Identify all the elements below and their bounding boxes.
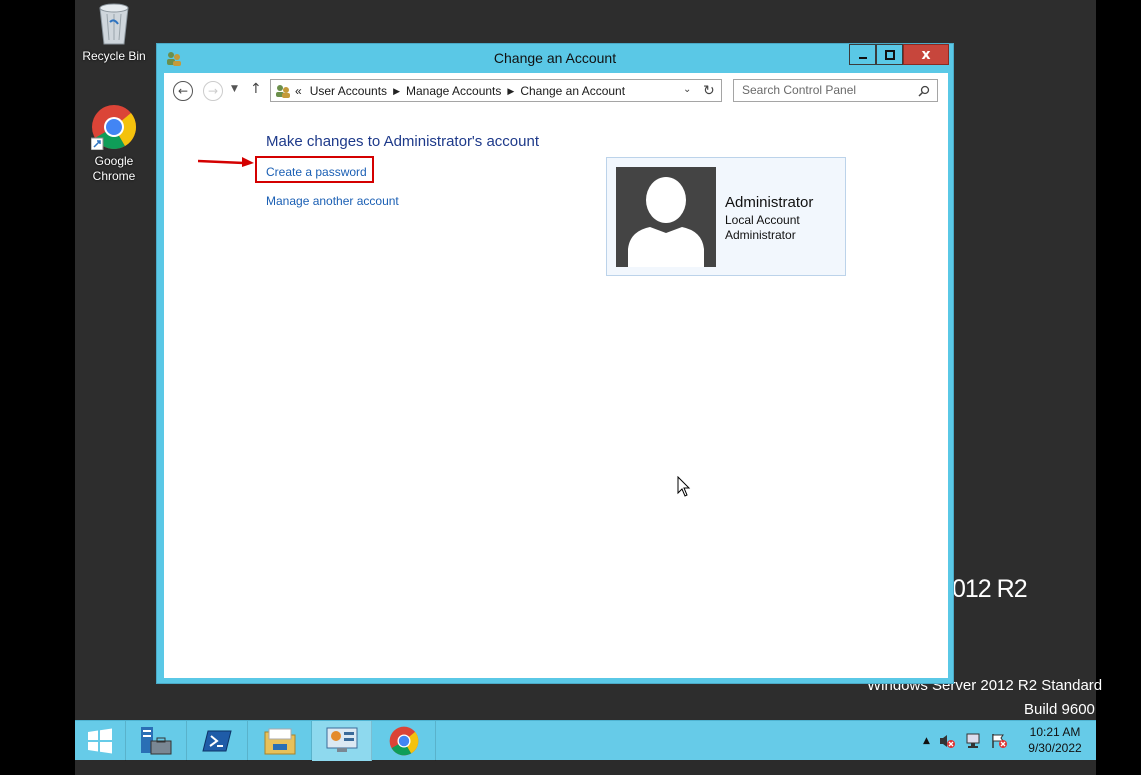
breadcrumb-separator-icon[interactable]: ▶ — [393, 86, 400, 97]
volume-muted-icon[interactable] — [938, 733, 956, 749]
close-icon: x — [921, 46, 931, 63]
content-pane: Make changes to Administrator's account … — [164, 108, 948, 678]
network-icon[interactable] — [964, 733, 982, 749]
clock-time: 10:21 AM — [1029, 725, 1081, 739]
server-manager-icon — [141, 727, 172, 755]
show-hidden-icons-icon[interactable]: ▲ — [923, 736, 930, 746]
breadcrumb-change-account[interactable]: Change an Account — [520, 84, 625, 98]
chrome-icon — [389, 726, 418, 756]
create-password-link[interactable]: Create a password — [266, 165, 367, 179]
breadcrumb-overflow[interactable]: « — [295, 84, 302, 98]
recycle-bin-shortcut[interactable]: Recycle Bin — [76, 0, 152, 64]
navigation-bar: ← → ▼ ↑ « User Accounts ▶ Manage Account… — [164, 73, 948, 108]
search-input[interactable] — [742, 83, 912, 97]
avatar — [616, 167, 716, 267]
search-icon[interactable] — [918, 85, 930, 97]
chrome-taskbar-button[interactable] — [372, 721, 436, 761]
close-button[interactable]: x — [903, 44, 949, 65]
change-account-window: Change an Account x ← → ▼ ↑ « User Accou… — [156, 43, 954, 684]
chrome-icon — [91, 105, 137, 150]
system-tray: ▲ — [923, 721, 1008, 761]
breadcrumb-user-accounts[interactable]: User Accounts — [310, 84, 387, 98]
account-type: Local Account — [725, 213, 800, 227]
minimize-icon — [858, 56, 867, 59]
recent-pages-button[interactable]: ▼ — [231, 84, 238, 94]
right-border — [1096, 0, 1141, 775]
minimize-button[interactable] — [849, 44, 876, 65]
control-panel-icon — [276, 85, 290, 98]
clock-date: 9/30/2022 — [1028, 741, 1082, 755]
control-panel-icon — [326, 727, 357, 752]
account-role: Administrator — [725, 228, 796, 242]
mouse-cursor-icon — [677, 476, 691, 497]
left-border — [0, 0, 75, 775]
forward-arrow-icon: → — [207, 84, 219, 98]
clock[interactable]: 10:21 AM 9/30/2022 — [1020, 724, 1090, 756]
up-button[interactable]: ↑ — [250, 81, 262, 97]
file-explorer-button[interactable] — [248, 721, 312, 761]
chrome-label: Google Chrome — [92, 154, 136, 183]
breadcrumb-manage-accounts[interactable]: Manage Accounts — [406, 84, 501, 98]
chevron-down-icon: ▼ — [231, 84, 238, 94]
powershell-icon — [202, 730, 232, 752]
server-manager-button[interactable] — [126, 721, 187, 761]
maximize-icon — [884, 49, 895, 60]
back-button[interactable]: ← — [173, 81, 193, 101]
start-icon — [88, 728, 112, 754]
breadcrumb-separator-icon[interactable]: ▶ — [507, 86, 514, 97]
manage-another-account-link[interactable]: Manage another account — [266, 194, 399, 208]
taskbar: ▲ 10:21 AM 9/30/2022 — [75, 720, 1096, 761]
title-bar[interactable]: Change an Account x — [157, 44, 953, 72]
control-panel-taskbar-button[interactable] — [312, 721, 372, 761]
chrome-shortcut[interactable]: Google Chrome — [76, 104, 152, 184]
refresh-icon[interactable]: ↻ — [703, 82, 715, 99]
user-silhouette-icon — [628, 177, 704, 267]
back-arrow-icon: ← — [177, 84, 189, 98]
account-card: Administrator Local Account Administrato… — [606, 157, 846, 276]
watermark-partial: 012 R2 — [952, 575, 1028, 603]
start-button[interactable] — [75, 721, 126, 761]
up-arrow-icon: ↑ — [250, 81, 262, 97]
forward-button[interactable]: → — [203, 81, 223, 101]
watermark-build: Build 9600 — [1024, 701, 1095, 718]
file-explorer-icon — [264, 728, 295, 755]
search-box[interactable] — [733, 79, 938, 102]
recycle-bin-icon — [99, 3, 129, 45]
action-center-icon[interactable] — [990, 733, 1008, 749]
address-bar[interactable]: « User Accounts ▶ Manage Accounts ▶ Chan… — [270, 79, 722, 102]
address-dropdown-icon[interactable]: ⌄ — [683, 84, 691, 95]
page-heading: Make changes to Administrator's account — [266, 133, 540, 150]
window-title: Change an Account — [493, 50, 617, 66]
recycle-bin-label: Recycle Bin — [82, 49, 146, 63]
powershell-button[interactable] — [187, 721, 248, 761]
breadcrumb: « User Accounts ▶ Manage Accounts ▶ Chan… — [275, 84, 625, 98]
maximize-button[interactable] — [876, 44, 903, 65]
red-arrow-icon — [198, 157, 254, 167]
account-name: Administrator — [725, 194, 814, 211]
